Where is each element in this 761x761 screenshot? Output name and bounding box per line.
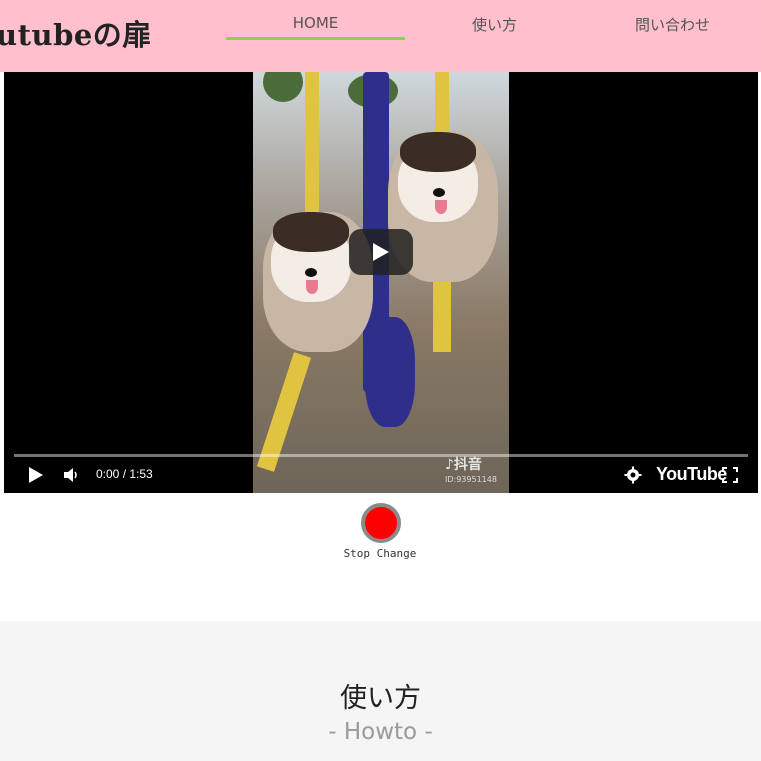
video-progress-bar[interactable]: [14, 454, 748, 457]
video-watermark: ♪抖音: [445, 457, 482, 473]
nav-howto[interactable]: 使い方: [405, 14, 584, 42]
video-watermark-id: ID:93951148: [445, 475, 497, 484]
video-thumbnail: ♪抖音 ID:93951148: [253, 72, 509, 493]
nav-active-underline: [226, 37, 405, 40]
howto-section: 使い方 - Howto -: [0, 621, 761, 761]
fullscreen-icon: [722, 467, 738, 483]
play-button[interactable]: [28, 466, 44, 488]
howto-title: 使い方: [340, 683, 421, 714]
play-icon: [373, 243, 389, 261]
volume-button[interactable]: [63, 466, 81, 488]
howto-subtitle: - Howto -: [328, 719, 433, 745]
video-time: 0:00 / 1:53: [96, 467, 153, 481]
stop-change-button[interactable]: [361, 503, 401, 543]
youtube-logo[interactable]: YouTube: [656, 464, 727, 485]
video-player[interactable]: ♪抖音 ID:93951148 0:00 / 1:53 YouTube: [4, 72, 758, 493]
play-icon: [29, 467, 43, 483]
settings-button[interactable]: [624, 466, 642, 488]
settings-gear-icon: [624, 466, 642, 484]
big-play-button[interactable]: [349, 229, 413, 275]
site-logo[interactable]: utubeの扉: [0, 12, 152, 54]
volume-icon: [64, 468, 77, 482]
site-header: utubeの扉 HOME 使い方 問い合わせ: [0, 0, 761, 72]
fullscreen-button[interactable]: [721, 466, 739, 488]
nav-contact[interactable]: 問い合わせ: [584, 14, 761, 42]
stop-change-label: Stop Change: [343, 547, 417, 560]
